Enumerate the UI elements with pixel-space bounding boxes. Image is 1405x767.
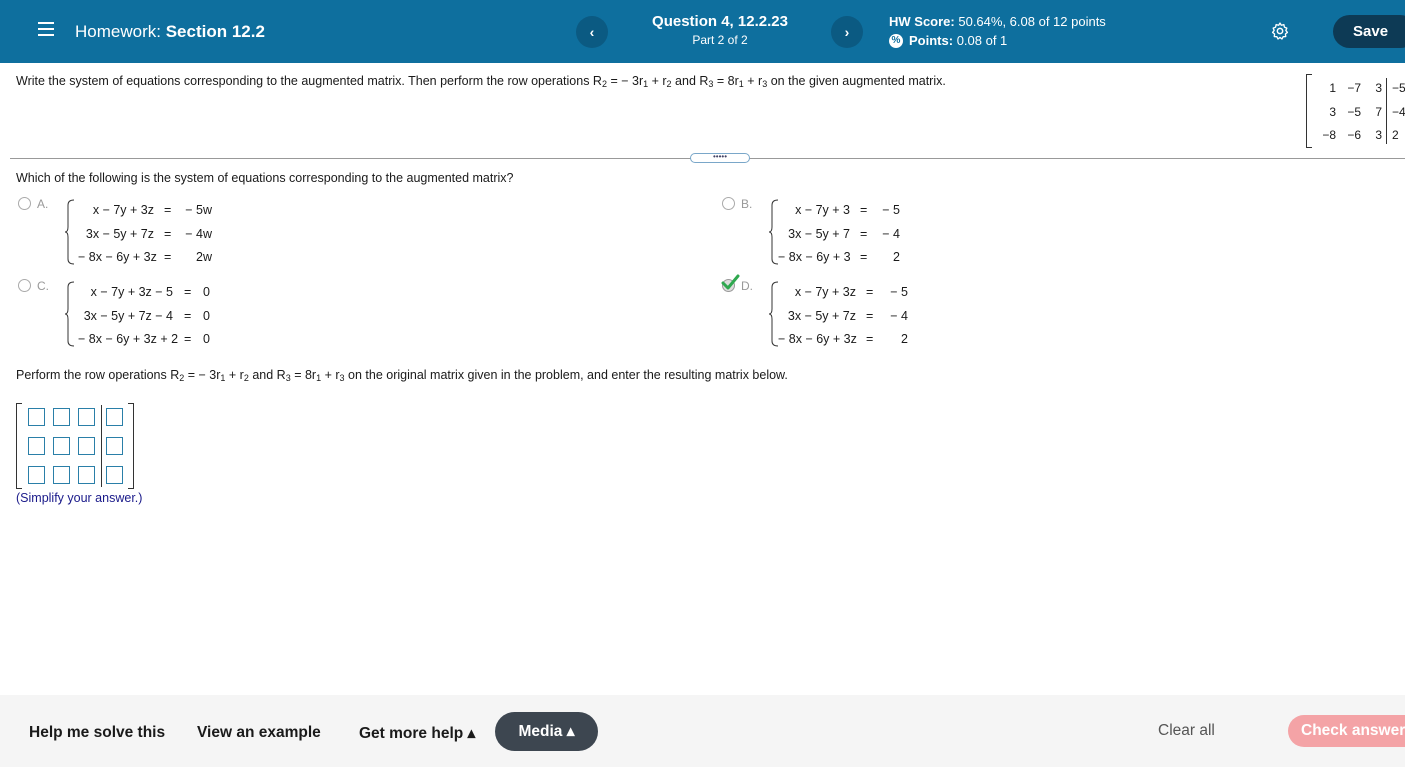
option-a-radio[interactable] (18, 197, 31, 210)
homework-prefix: Homework: (75, 22, 161, 41)
answer-cell-r2c1[interactable] (28, 437, 45, 455)
points-label: Points: (909, 33, 954, 48)
matrix-cell: 2 (1392, 128, 1399, 142)
answer-cell-r2c3[interactable] (78, 437, 95, 455)
answer-cell-r1c2[interactable] (53, 408, 70, 426)
check-answer-button[interactable]: Check answer (1288, 715, 1405, 747)
points-value: 0.08 of 1 (956, 33, 1008, 48)
augment-bar (101, 405, 102, 487)
get-more-help-button[interactable]: Get more help ▴ (359, 724, 475, 743)
previous-question-button[interactable]: ‹ (576, 16, 608, 48)
answer-cell-r1c4[interactable] (106, 408, 123, 426)
answer-cell-r1c1[interactable] (28, 408, 45, 426)
help-me-solve-button[interactable]: Help me solve this (29, 724, 165, 742)
hw-score: HW Score: 50.64%, 6.08 of 12 points (889, 14, 1106, 29)
option-b-radio[interactable] (722, 197, 735, 210)
correct-check-icon (721, 274, 740, 290)
matrix-right-bracket (128, 403, 134, 489)
bottom-toolbar: Help me solve this View an example Get m… (0, 695, 1405, 767)
matrix-left-bracket (16, 403, 22, 489)
matrix-left-bracket (1306, 74, 1312, 148)
option-letter: A. (37, 197, 49, 211)
answer-cell-r3c1[interactable] (28, 466, 45, 484)
hw-score-label: HW Score: (889, 14, 955, 29)
option-c[interactable]: C. x − 7y + 3z − 5 = 0 3x − 5y + 7z − 4 = 0 … (18, 279, 298, 351)
question-text: Which of the following is the system of … (16, 171, 514, 185)
menu-icon[interactable] (38, 22, 54, 36)
homework-section: Section 12.2 (165, 22, 265, 41)
left-brace-icon (64, 281, 75, 347)
problem-instruction: Write the system of equations correspond… (16, 74, 946, 89)
answer-cell-r2c2[interactable] (53, 437, 70, 455)
matrix-cell: 1 (1329, 81, 1336, 95)
option-letter: C. (37, 279, 49, 293)
matrix-cell: 3 (1375, 128, 1382, 142)
partial-credit-icon: % (889, 33, 903, 48)
question-part: Part 2 of 2 (692, 33, 748, 47)
settings-gear-icon[interactable] (1270, 21, 1290, 41)
answer-cell-r2c4[interactable] (106, 437, 123, 455)
simplify-note: (Simplify your answer.) (16, 491, 143, 505)
divider-handle[interactable]: ••••• (690, 153, 750, 163)
option-letter: B. (741, 197, 753, 211)
points: % Points: 0.08 of 1 (889, 33, 1007, 48)
matrix-cell: −8 (1322, 128, 1336, 142)
matrix-cell: −5 (1347, 105, 1361, 119)
augment-bar (1386, 78, 1387, 144)
matrix-cell: −5 (1392, 81, 1405, 95)
top-bar: Homework: Section 12.2 ‹ Question 4, 12.… (0, 0, 1405, 63)
given-augmented-matrix: 1 −7 3 −5 3 −5 7 −4 −8 −6 3 2 (1306, 74, 1405, 148)
hw-score-value: 50.64%, 6.08 of 12 points (958, 14, 1106, 29)
answer-cell-r3c2[interactable] (53, 466, 70, 484)
save-button[interactable]: Save (1333, 15, 1405, 48)
option-letter: D. (741, 279, 753, 293)
matrix-cell: 7 (1375, 105, 1382, 119)
option-c-radio[interactable] (18, 279, 31, 292)
question-title: Question 4, 12.2.23 (652, 13, 788, 30)
matrix-cell: −6 (1347, 128, 1361, 142)
media-button[interactable]: Media ▴ (495, 712, 598, 751)
answer-cell-r3c3[interactable] (78, 466, 95, 484)
option-d[interactable]: D. x − 7y + 3z = − 5 3x − 5y + 7z = − 4 − 8x… (721, 274, 1002, 351)
homework-title: Homework: Section 12.2 (75, 22, 265, 42)
row-operation-instruction: Perform the row operations R2 = − 3r1 + … (16, 368, 788, 383)
answer-cell-r3c4[interactable] (106, 466, 123, 484)
view-example-button[interactable]: View an example (197, 724, 321, 742)
matrix-cell: 3 (1375, 81, 1382, 95)
option-a[interactable]: A. x − 7y + 3z = − 5w 3x − 5y + 7z = − 4w − … (18, 197, 298, 269)
answer-matrix (16, 403, 134, 489)
clear-all-button[interactable]: Clear all (1158, 722, 1215, 740)
next-question-button[interactable]: › (831, 16, 863, 48)
matrix-cell: 3 (1329, 105, 1336, 119)
option-b[interactable]: B. x − 7y + 3 = − 5 3x − 5y + 7 = − 4 − 8x −… (722, 197, 1002, 269)
left-brace-icon (64, 199, 75, 265)
answer-cell-r1c3[interactable] (78, 408, 95, 426)
matrix-cell: −7 (1347, 81, 1361, 95)
matrix-cell: −4 (1392, 105, 1405, 119)
